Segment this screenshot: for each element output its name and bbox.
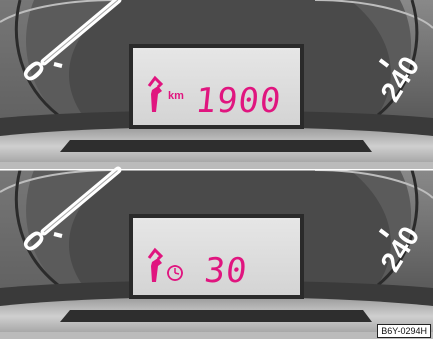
- service-distance-readout: 1900: [193, 81, 283, 121]
- instrument-illustration: 0 240 km 1900 0 240 30 B6Y-0294H: [0, 0, 433, 339]
- figure-reference-code: B6Y-0294H: [377, 324, 431, 338]
- service-days-readout: 30: [202, 251, 249, 291]
- scale-tick: [53, 62, 63, 68]
- cluster-panel-1: 0 240 km 1900: [0, 0, 433, 169]
- distance-unit-label: km: [168, 90, 184, 102]
- cluster-panel-2: 0 240 30: [0, 166, 433, 339]
- panel-divider: [0, 169, 433, 171]
- instrument-cluster-figure: 0 240 km 1900 0 240 30: [0, 0, 433, 339]
- scale-tick: [53, 232, 63, 238]
